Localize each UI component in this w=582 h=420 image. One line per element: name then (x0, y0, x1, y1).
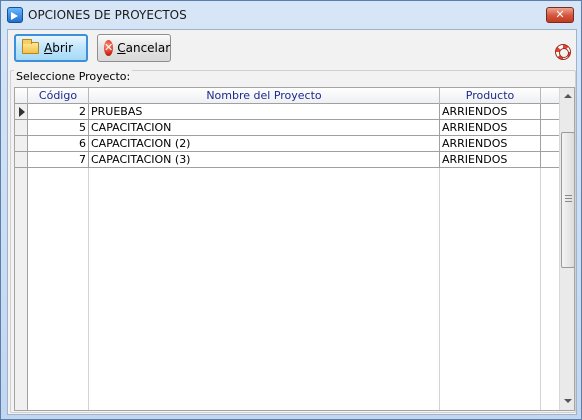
project-selection-group: Seleccione Proyecto: Código Nombre del P… (10, 70, 576, 413)
grid-rows: 2 PRUEBAS ARRIENDOS 5 CAPACITACION ARRIE… (15, 104, 559, 168)
cell-code[interactable]: 6 (28, 136, 89, 151)
table-row[interactable]: 5 CAPACITACION ARRIENDOS (15, 120, 559, 136)
cell-product[interactable]: ARRIENDOS (440, 152, 541, 167)
cell-product[interactable]: ARRIENDOS (440, 120, 541, 135)
scrollbar-grip-icon (565, 195, 572, 203)
dialog-content: Abrir ✕ Cancelar Seleccione Proyecto: Có… (7, 29, 577, 415)
row-selector[interactable] (15, 104, 28, 119)
row-selector[interactable] (15, 120, 28, 135)
row-selector[interactable] (15, 136, 28, 151)
cell-code[interactable]: 5 (28, 120, 89, 135)
scroll-down-arrow-icon[interactable] (560, 393, 574, 409)
cell-name[interactable]: CAPACITACION (89, 120, 440, 135)
cell-product[interactable]: ARRIENDOS (440, 136, 541, 151)
dialog-window: OPCIONES DE PROYECTOS ✕ Abrir ✕ Cancelar… (0, 0, 582, 420)
open-button-label: Abrir (44, 41, 74, 55)
header-selector (15, 88, 28, 104)
open-button[interactable]: Abrir (14, 34, 88, 62)
cell-name[interactable]: CAPACITACION (3) (89, 152, 440, 167)
help-lifebuoy-icon[interactable] (555, 44, 571, 60)
table-row[interactable]: 2 PRUEBAS ARRIENDOS (15, 104, 559, 120)
current-row-pointer-icon (19, 107, 25, 117)
cancel-button-label: Cancelar (117, 41, 171, 55)
close-button[interactable]: ✕ (546, 7, 574, 23)
app-icon (7, 7, 23, 23)
title-bar[interactable]: OPCIONES DE PROYECTOS ✕ (1, 1, 581, 29)
header-product[interactable]: Producto (440, 88, 541, 104)
header-name[interactable]: Nombre del Proyecto (89, 88, 440, 104)
scroll-up-arrow-icon[interactable] (560, 88, 574, 104)
cell-name[interactable]: PRUEBAS (89, 104, 440, 119)
grid-header: Código Nombre del Proyecto Producto (15, 88, 559, 104)
table-row[interactable]: 6 CAPACITACION (2) ARRIENDOS (15, 136, 559, 152)
window-title: OPCIONES DE PROYECTOS (28, 8, 187, 22)
vertical-scrollbar[interactable] (559, 88, 574, 410)
projects-grid[interactable]: Código Nombre del Proyecto Producto 2 PR… (14, 87, 575, 411)
cell-product[interactable]: ARRIENDOS (440, 104, 541, 119)
table-row[interactable]: 7 CAPACITACION (3) ARRIENDOS (15, 152, 559, 168)
cell-code[interactable]: 7 (28, 152, 89, 167)
cancel-button[interactable]: ✕ Cancelar (97, 34, 171, 62)
header-code[interactable]: Código (28, 88, 89, 104)
row-selector[interactable] (15, 152, 28, 167)
cell-name[interactable]: CAPACITACION (2) (89, 136, 440, 151)
scrollbar-thumb[interactable] (561, 132, 574, 268)
group-label: Seleccione Proyecto: (14, 70, 133, 83)
folder-icon (22, 39, 39, 54)
cell-code[interactable]: 2 (28, 104, 89, 119)
cancel-icon: ✕ (104, 40, 114, 56)
